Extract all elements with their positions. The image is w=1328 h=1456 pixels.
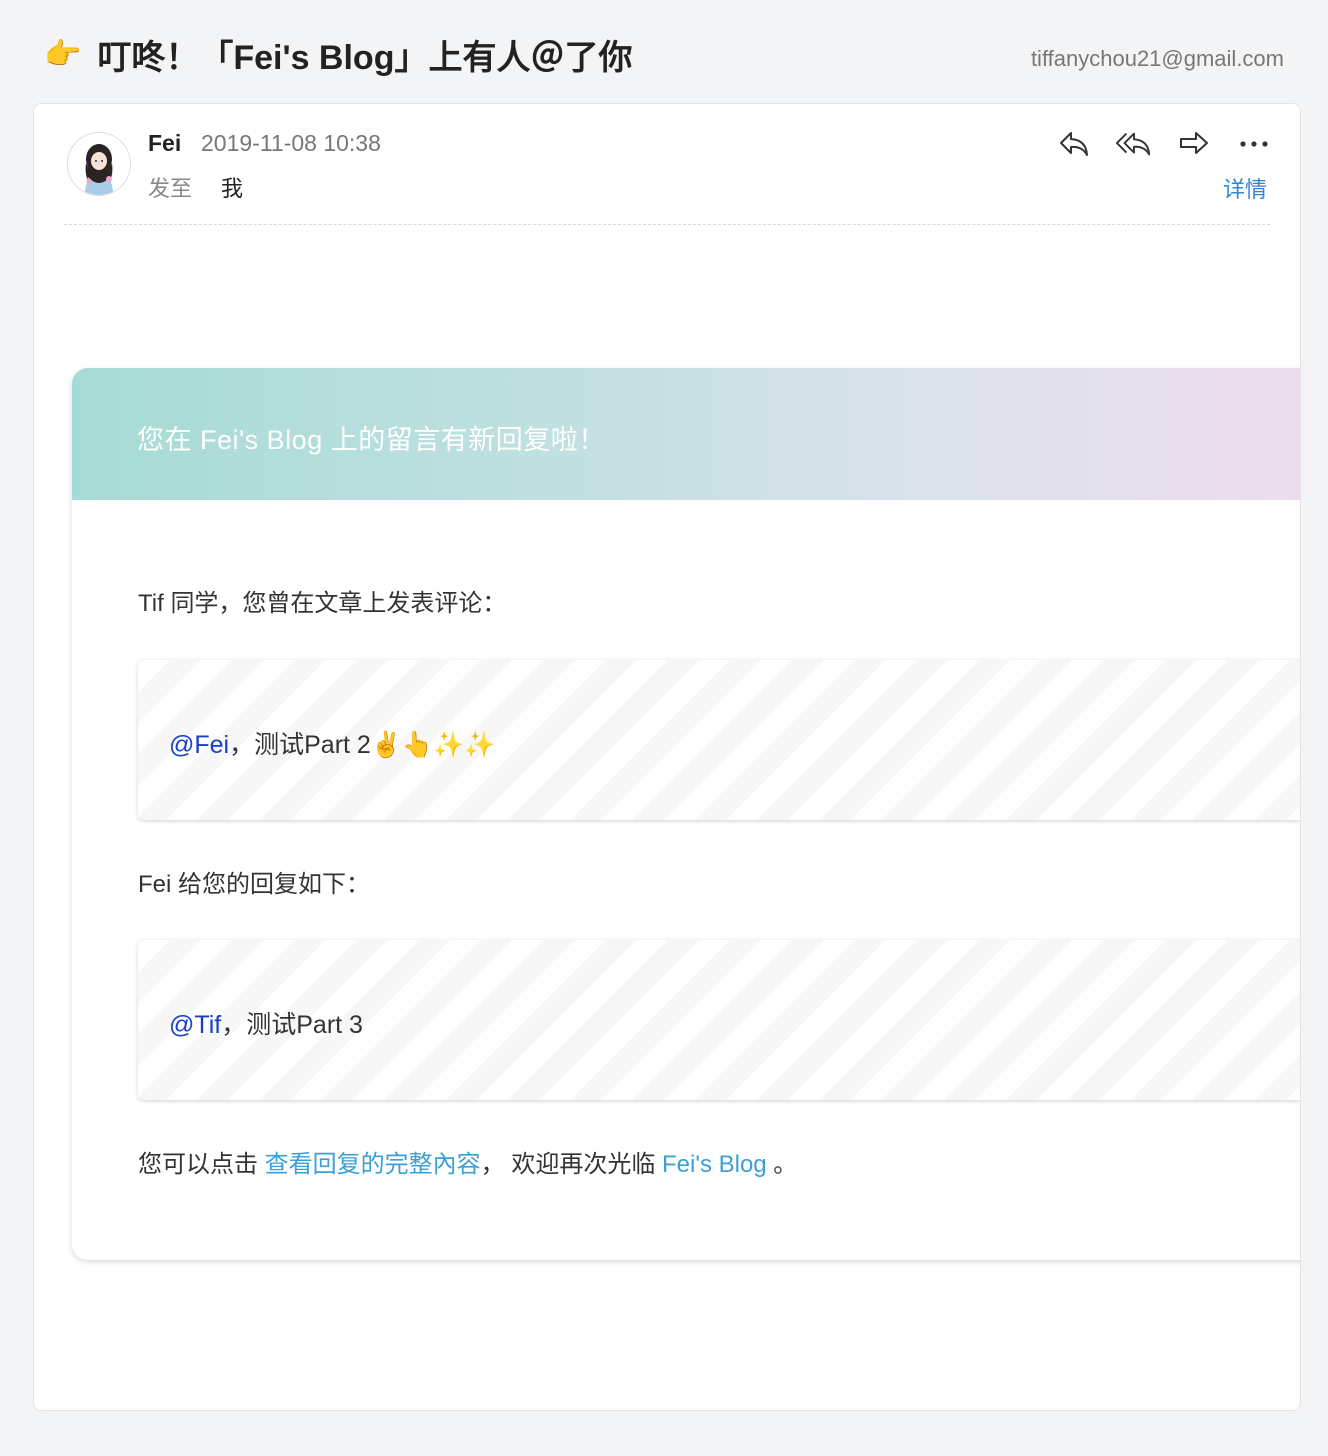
reply-text: @Tif，测试Part 3 bbox=[169, 1005, 363, 1041]
avatar-illustration-icon bbox=[68, 133, 130, 195]
message-actions bbox=[1056, 126, 1272, 162]
reply-icon bbox=[1060, 132, 1088, 156]
notification-card: 您在 Fei's Blog 上的留言有新回复啦！ Tif 同学，您曾在文章上发表… bbox=[72, 368, 1300, 1260]
footer-text: 您可以点击 查看回复的完整內容， 欢迎再次光临 Fei's Blog 。 bbox=[138, 1144, 797, 1179]
forward-button[interactable] bbox=[1176, 126, 1212, 162]
recipient-label: 发至 bbox=[148, 176, 193, 201]
original-comment-text: @Fei，测试Part 2✌️👆✨✨ bbox=[169, 725, 495, 761]
details-link[interactable]: 详情 bbox=[1223, 172, 1267, 204]
reply-all-button[interactable] bbox=[1116, 126, 1152, 162]
forward-icon bbox=[1180, 132, 1208, 154]
footer-suffix: 。 bbox=[766, 1151, 798, 1178]
pointing-hand-emoji-icon: 👉 bbox=[44, 38, 82, 71]
footer-middle: ， 欢迎再次光临 bbox=[480, 1151, 663, 1178]
recipient-value[interactable]: 我 bbox=[221, 171, 243, 203]
mention-link-tif[interactable]: @Tif bbox=[169, 1011, 221, 1039]
header-divider bbox=[64, 224, 1270, 225]
top-bar: 👉 叮咚！「Fei's Blog」上有人＠了你 tiffanychou21@gm… bbox=[0, 0, 1328, 104]
reply-all-icon bbox=[1116, 132, 1151, 156]
original-comment-box: @Fei，测试Part 2✌️👆✨✨ bbox=[138, 660, 1300, 820]
mail-subject: 👉 叮咚！「Fei's Blog」上有人＠了你 bbox=[44, 30, 632, 79]
reply-intro: Fei 给您的回复如下： bbox=[138, 871, 371, 898]
comment-body: ，测试Part 2✌️👆✨✨ bbox=[229, 731, 496, 759]
footer-prefix: 您可以点击 bbox=[138, 1151, 265, 1178]
banner-title: 您在 Fei's Blog 上的留言有新回复啦！ bbox=[137, 425, 606, 455]
blog-link[interactable]: Fei's Blog bbox=[662, 1151, 767, 1178]
reply-body: ，测试Part 3 bbox=[221, 1011, 363, 1039]
mail-view: Fei 2019-11-08 10:38 发至 我 详情 您在 Fei's Bl… bbox=[33, 103, 1301, 1411]
notification-banner: 您在 Fei's Blog 上的留言有新回复啦！ bbox=[72, 368, 1300, 500]
more-icon bbox=[1240, 141, 1268, 147]
reply-button[interactable] bbox=[1056, 126, 1092, 162]
comment-intro: Tif 同学，您曾在文章上发表评论： bbox=[138, 590, 507, 617]
sender-avatar[interactable] bbox=[67, 132, 131, 196]
more-button[interactable] bbox=[1236, 126, 1272, 162]
subject-text: 叮咚！「Fei's Blog」上有人＠了你 bbox=[97, 39, 633, 77]
account-email: tiffanychou21@gmail.com bbox=[1030, 46, 1284, 71]
sent-time: 2019-11-08 10:38 bbox=[201, 130, 381, 156]
mention-link-fei[interactable]: @Fei bbox=[169, 731, 229, 759]
view-full-reply-link[interactable]: 查看回复的完整內容 bbox=[265, 1151, 481, 1178]
sender-name[interactable]: Fei bbox=[148, 130, 181, 157]
reply-box: @Tif，测试Part 3 bbox=[138, 940, 1300, 1100]
